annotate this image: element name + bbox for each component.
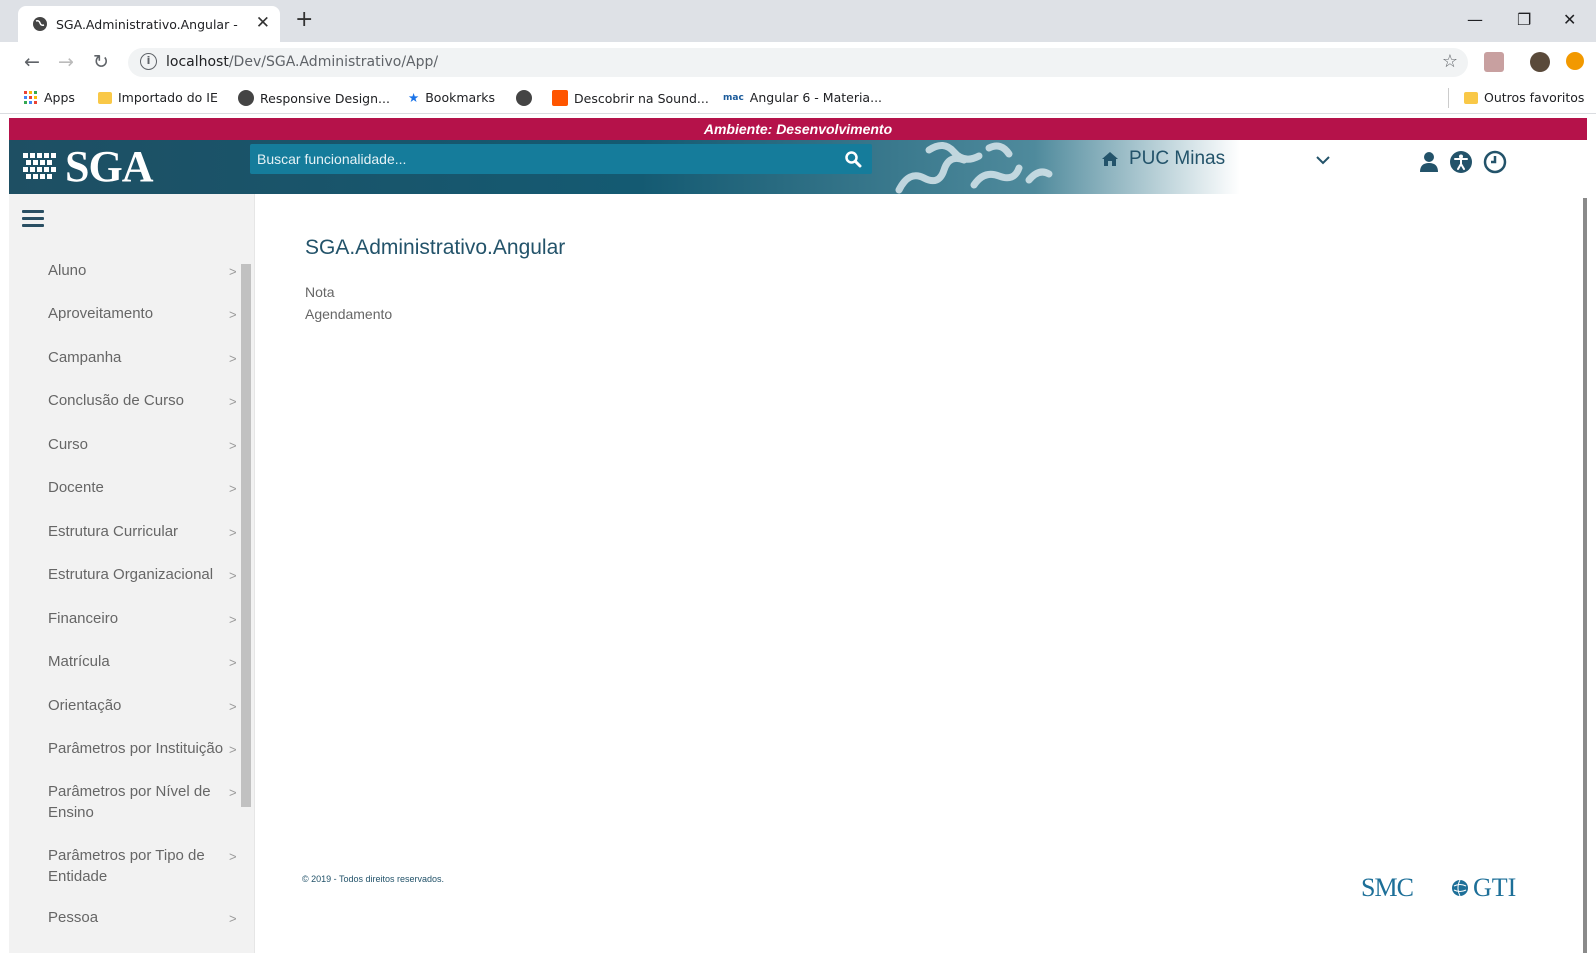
institution-name: PUC Minas [1129,148,1226,169]
sidebar-item-curso[interactable]: Curso > [9,434,237,455]
chevron-right-icon: > [229,307,237,322]
sidebar-item-matricula[interactable]: Matrícula > [9,651,237,672]
chevron-right-icon: > [229,264,237,279]
globe-icon [33,17,47,31]
bookmark-bookmarks[interactable]: ★ Bookmarks [408,90,495,105]
menu-toggle-icon[interactable] [22,210,44,228]
sga-logo[interactable]: SGA [21,140,153,194]
home-icon [1102,152,1118,166]
restore-icon[interactable]: ❐ [1517,10,1531,29]
bookmark-outros-favoritos[interactable]: Outros favoritos [1464,90,1584,105]
sidebar-item-campanha[interactable]: Campanha > [9,347,237,368]
search-input[interactable] [250,144,840,174]
chevron-down-icon[interactable] [1315,154,1331,166]
sidebar-item-estrutura-curricular[interactable]: Estrutura Curricular > [9,521,237,542]
bookmarks-bar: Apps Importado do IE Responsive Design..… [0,82,1596,114]
environment-banner: Ambiente: Desenvolvimento [9,118,1587,140]
globe-icon [1452,879,1468,897]
sidebar-item-orientacao[interactable]: Orientação > [9,695,237,716]
reload-icon[interactable]: ↻ [93,51,109,73]
chevron-right-icon: > [229,481,237,496]
back-icon[interactable]: ← [24,51,40,73]
sidebar-item-aproveitamento[interactable]: Aproveitamento > [9,303,237,324]
chevron-right-icon: > [229,849,237,864]
globe-icon [238,90,254,106]
logo-text: SGA [65,142,153,191]
app-header: SGA PUC Minas [9,140,1587,194]
folder-icon [1464,91,1478,104]
omnibox[interactable]: i localhost/Dev/SGA.Administrativo/App/ … [128,48,1468,77]
sidebar-item-estrutura-organizacional[interactable]: Estrutura Organizacional > [9,564,237,585]
bookmark-angular[interactable]: mac Angular 6 - Materia... [723,90,882,105]
bookmark-apps[interactable]: Apps [24,90,75,105]
sidebar: Aluno > Aproveitamento > Campanha > Conclus… [9,194,254,953]
bookmark-importado[interactable]: Importado do IE [98,90,218,105]
globe-icon [516,90,532,106]
bookmarks-separator [1448,88,1449,108]
sidebar-item-pessoa[interactable]: Pessoa > [9,907,237,928]
chevron-right-icon: > [229,525,237,540]
sidebar-item-parametros-nivel-ensino[interactable]: Parâmetros por Nível de Ensino > [9,781,237,823]
star-icon: ★ [408,90,420,105]
apps-grid-icon [24,90,37,104]
chevron-right-icon: > [229,394,237,409]
sidebar-scrollbar[interactable] [241,264,251,807]
folder-icon [98,91,112,104]
address-bar-row: ← → ↻ i localhost/Dev/SGA.Administrativo… [0,42,1596,82]
new-tab-button[interactable]: + [295,9,313,31]
chevron-right-icon: > [229,438,237,453]
smc-logo: SMC [1361,873,1414,902]
accessibility-icon[interactable] [1449,150,1473,174]
footer-copyright: © 2019 - Todos direitos reservados. [302,874,445,884]
page-scrollbar[interactable] [1583,198,1587,953]
browser-tab[interactable]: SGA.Administrativo.Angular - ✕ [18,6,280,42]
clock-icon[interactable] [1483,150,1507,174]
sidebar-divider [254,194,255,953]
institution-selector[interactable]: PUC Minas [1101,148,1225,170]
logo-mark-icon [23,153,56,179]
sidebar-item-parametros-tipo-entidade[interactable]: Parâmetros por Tipo de Entidade > [9,845,237,887]
browser-tab-strip: SGA.Administrativo.Angular - ✕ + — ❐ ✕ [0,0,1596,42]
info-icon[interactable]: i [140,53,157,70]
app-root: Ambiente: Desenvolvimento SGA Buscar fun… [9,118,1587,953]
chevron-right-icon: > [229,568,237,583]
chevron-right-icon: > [229,351,237,366]
profile-avatar-icon[interactable] [1530,52,1550,72]
search-icon[interactable] [844,150,862,168]
sidebar-item-financeiro[interactable]: Financeiro > [9,608,237,629]
macoratti-icon: mac [723,92,744,103]
sidebar-item-aluno[interactable]: Aluno > [9,260,237,281]
sidebar-item-docente[interactable]: Docente > [9,477,237,498]
soundcloud-icon [552,90,568,106]
extension-icon[interactable] [1566,52,1584,70]
forward-icon[interactable]: → [58,51,74,73]
pdf-extension-icon[interactable] [1484,52,1504,72]
chevron-right-icon: > [229,655,237,670]
link-agendamento[interactable]: Agendamento [305,306,392,322]
bookmark-soundcloud[interactable]: Descobrir na Sound... [552,90,709,106]
tab-title: SGA.Administrativo.Angular - [56,17,238,32]
bookmark-star-icon[interactable]: ☆ [1442,51,1458,72]
sidebar-item-conclusao-de-curso[interactable]: Conclusão de Curso > [9,390,237,411]
sidebar-item-parametros-instituicao[interactable]: Parâmetros por Instituição > [9,738,237,759]
user-icon[interactable] [1417,150,1441,174]
bookmark-globe[interactable] [516,90,532,106]
chevron-right-icon: > [229,742,237,757]
close-window-icon[interactable]: ✕ [1563,10,1576,29]
header-pattern-decoration [895,142,1053,194]
chevron-right-icon: > [229,911,237,926]
url-text[interactable]: localhost/Dev/SGA.Administrativo/App/ [166,54,438,70]
page-title: SGA.Administrativo.Angular [305,236,566,259]
link-nota[interactable]: Nota [305,284,335,300]
chevron-right-icon: > [229,699,237,714]
chevron-right-icon: > [229,785,237,800]
minimize-icon[interactable]: — [1467,10,1483,29]
gti-logo: GTI [1451,873,1516,903]
close-tab-icon[interactable]: ✕ [256,13,270,33]
bookmark-responsive[interactable]: Responsive Design... [238,90,390,106]
search-box[interactable] [250,144,872,174]
chevron-right-icon: > [229,612,237,627]
